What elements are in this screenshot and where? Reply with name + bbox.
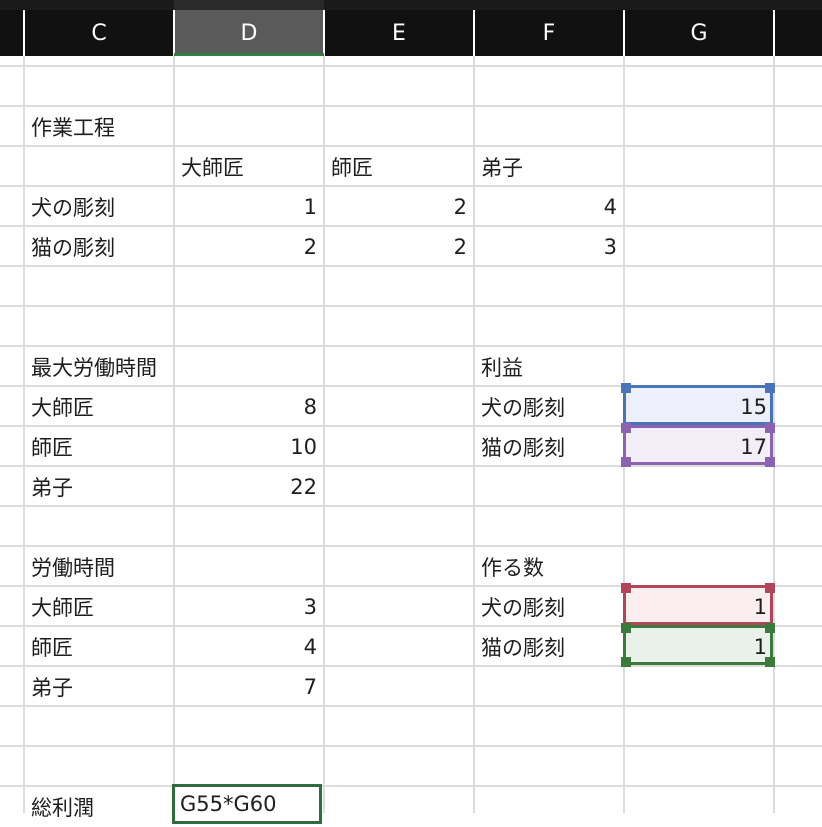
column-label-g: G: [690, 20, 708, 46]
active-cell-formula: G55*G60: [180, 792, 277, 816]
ribbon-edge: [0, 0, 822, 10]
column-header-e[interactable]: E: [324, 10, 474, 56]
selected-column-strip: [174, 0, 324, 10]
cell-f-r13[interactable]: 犬の彫刻: [474, 587, 624, 627]
cell-f-r9[interactable]: 猫の彫刻: [474, 427, 624, 467]
cell-d-r3[interactable]: 1: [174, 187, 324, 227]
header-divider: [323, 10, 325, 56]
column-header-d[interactable]: D: [174, 10, 324, 56]
cell-d-r10[interactable]: 22: [174, 467, 324, 507]
column-label-c: C: [91, 20, 107, 46]
cell-c-r4[interactable]: 猫の彫刻: [24, 227, 174, 267]
cell-d-r2[interactable]: 大師匠: [174, 147, 324, 187]
cell-f-r4[interactable]: 3: [474, 227, 624, 267]
header-divider: [23, 10, 25, 56]
cell-c-r1[interactable]: 作業工程: [24, 107, 174, 147]
column-label-f: F: [542, 20, 556, 46]
cell-d-r13[interactable]: 3: [174, 587, 324, 627]
cell-c-r9[interactable]: 師匠: [24, 427, 174, 467]
cell-f-r2[interactable]: 弟子: [474, 147, 624, 187]
cell-e-r3[interactable]: 2: [324, 187, 474, 227]
active-cell-editor[interactable]: G55*G60: [172, 784, 322, 824]
column-header-g[interactable]: G: [624, 10, 774, 56]
cell-f-r12[interactable]: 作る数: [474, 547, 624, 587]
cell-f-r7[interactable]: 利益: [474, 347, 624, 387]
column-header-f[interactable]: F: [474, 10, 624, 56]
gridline-horizontal: [0, 305, 822, 307]
column-label-d: D: [240, 20, 258, 46]
cell-d-r15[interactable]: 7: [174, 667, 324, 707]
cell-c-r3[interactable]: 犬の彫刻: [24, 187, 174, 227]
cell-c-r13[interactable]: 大師匠: [24, 587, 174, 627]
header-divider: [773, 10, 775, 56]
gridline-horizontal: [0, 745, 822, 747]
row-header-stub[interactable]: [0, 10, 24, 56]
cell-c-r7[interactable]: 最大労働時間: [24, 347, 174, 387]
cell-c-r12[interactable]: 労働時間: [24, 547, 174, 587]
column-header-h[interactable]: [774, 10, 822, 56]
cell-c-r18[interactable]: 総利潤: [24, 787, 174, 827]
gridline-horizontal: [0, 65, 822, 67]
header-divider: [173, 10, 175, 56]
cell-f-r8[interactable]: 犬の彫刻: [474, 387, 624, 427]
header-divider: [473, 10, 475, 56]
cell-c-r8[interactable]: 大師匠: [24, 387, 174, 427]
header-divider: [623, 10, 625, 56]
column-label-e: E: [392, 20, 406, 46]
cell-g-r9[interactable]: 17: [624, 427, 774, 467]
cell-d-r4[interactable]: 2: [174, 227, 324, 267]
cell-g-r14[interactable]: 1: [624, 627, 774, 667]
cell-f-r14[interactable]: 猫の彫刻: [474, 627, 624, 667]
cell-c-r14[interactable]: 師匠: [24, 627, 174, 667]
cell-f-r3[interactable]: 4: [474, 187, 624, 227]
column-header-c[interactable]: C: [24, 10, 174, 56]
cell-d-r8[interactable]: 8: [174, 387, 324, 427]
cell-c-r15[interactable]: 弟子: [24, 667, 174, 707]
cell-g-r13[interactable]: 1: [624, 587, 774, 627]
cell-e-r4[interactable]: 2: [324, 227, 474, 267]
cell-g-r8[interactable]: 15: [624, 387, 774, 427]
cell-d-r9[interactable]: 10: [174, 427, 324, 467]
cell-d-r14[interactable]: 4: [174, 627, 324, 667]
cell-c-r10[interactable]: 弟子: [24, 467, 174, 507]
cell-e-r2[interactable]: 師匠: [324, 147, 474, 187]
